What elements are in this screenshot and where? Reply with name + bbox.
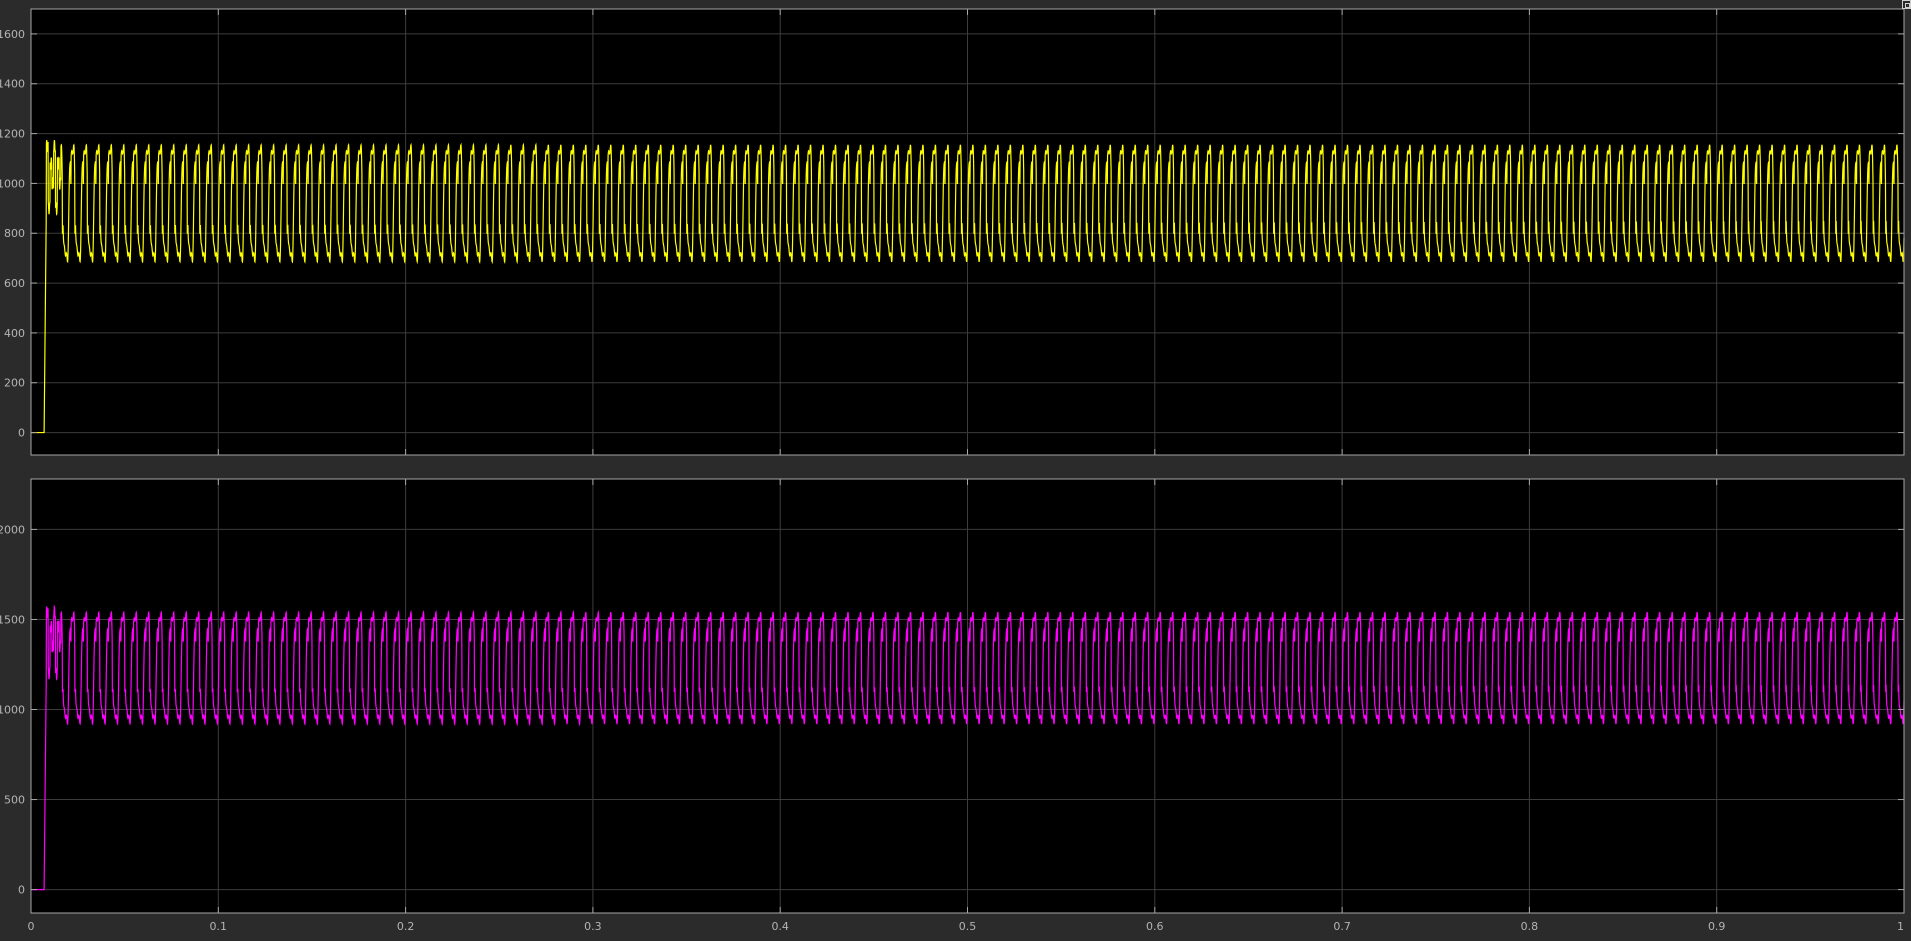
x-tick-label: 0.6 bbox=[1146, 920, 1164, 933]
x-tick-label: 0.7 bbox=[1333, 920, 1351, 933]
y-tick-label: 600 bbox=[4, 277, 25, 290]
y-tick-label: 1600 bbox=[0, 28, 25, 41]
y-tick-label: 1000 bbox=[0, 704, 25, 717]
x-tick-label: 1 bbox=[1897, 920, 1904, 933]
x-tick-label: 0.1 bbox=[210, 920, 228, 933]
y-tick-label: 200 bbox=[4, 377, 25, 390]
y-tick-label: 1500 bbox=[0, 613, 25, 626]
x-tick-label: 0.4 bbox=[771, 920, 789, 933]
y-tick-label: 2000 bbox=[0, 523, 25, 536]
x-tick-label: 0.5 bbox=[959, 920, 977, 933]
y-tick-label: 0 bbox=[18, 884, 25, 897]
scope-axes-2: 0 0.1 0.2 0.3 0.4 0.5 0.6 0.7 0.8 0.9 1 0 500 1000 150… bbox=[0, 478, 1905, 933]
y-tick-label: 800 bbox=[4, 227, 25, 240]
x-tick-label: 0 bbox=[28, 920, 35, 933]
y-tick-label: 1400 bbox=[0, 78, 25, 91]
x-tick-label: 0.8 bbox=[1521, 920, 1539, 933]
y-tick-label: 1200 bbox=[0, 128, 25, 141]
restore-window-icon[interactable] bbox=[1902, 0, 1911, 9]
x-tick-label: 0.9 bbox=[1708, 920, 1726, 933]
scope-plots: 020040060080010001200140016000 0.1 0.2 0.3 0… bbox=[0, 8, 1905, 933]
x-tick-label: 0.3 bbox=[584, 920, 602, 933]
y-tick-label: 0 bbox=[18, 427, 25, 440]
scope-figure: 0 200 400 600 800 1000 1200 1400 1600 0 0.1 0.2 0.3 0… bbox=[0, 0, 1911, 937]
y-tick-label: 500 bbox=[4, 794, 25, 807]
x-tick-label: 0.2 bbox=[397, 920, 415, 933]
y-tick-label: 1000 bbox=[0, 177, 25, 190]
scope-axes-1: 0 200 400 600 800 1000 1200 1400 1600 bbox=[0, 8, 1905, 456]
y-tick-label: 400 bbox=[4, 327, 25, 340]
